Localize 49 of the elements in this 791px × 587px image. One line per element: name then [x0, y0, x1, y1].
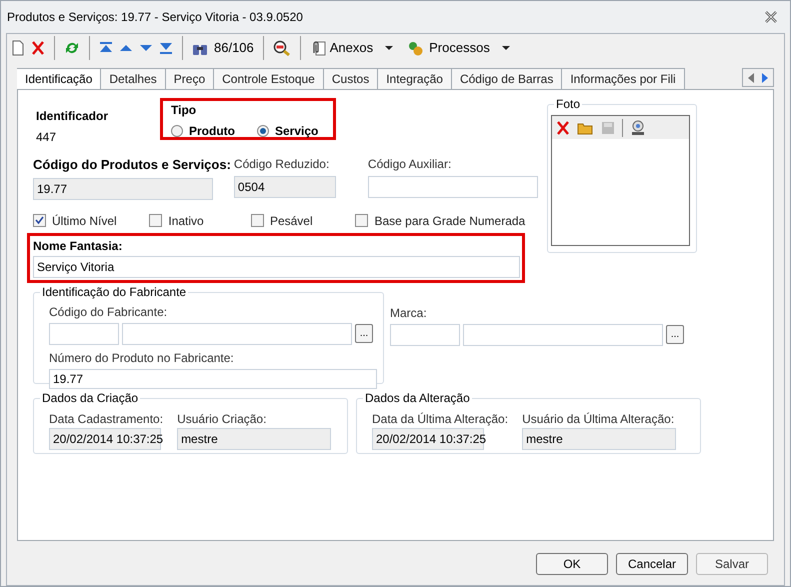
window-title: Produtos e Serviços: 19.77 - Serviço Vitoria - 03.9.0520: [7, 9, 303, 26]
lookup-button[interactable]: ...: [666, 325, 684, 344]
field-label: Código do Produtos e Serviços:: [33, 156, 231, 174]
field-label: Marca:: [390, 304, 428, 322]
tab[interactable]: Controle Estoque: [213, 68, 324, 89]
input-field[interactable]: mestre: [522, 428, 676, 450]
tab[interactable]: Custos: [322, 68, 378, 89]
group-title: Dados da Alteração: [363, 390, 472, 404]
group-title: Foto: [554, 97, 582, 111]
checkbox-label: Último Nível: [52, 212, 117, 230]
input-field[interactable]: 19.77: [49, 368, 377, 388]
field-label: Código Auxiliar:: [368, 156, 452, 173]
dialog-button[interactable]: OK: [536, 553, 608, 575]
lookup-button[interactable]: ...: [355, 324, 373, 343]
tab[interactable]: Detalhes: [100, 68, 166, 89]
radio-label: Produto: [189, 123, 235, 140]
tab[interactable]: Código de Barras: [450, 68, 562, 89]
dialog-button[interactable]: Cancelar: [616, 553, 688, 575]
field-label: Data da Última Alteração:: [372, 410, 508, 428]
group-title: Dados da Criação: [40, 390, 140, 404]
input-field[interactable]: Serviço Vitoria: [33, 256, 520, 278]
dialog-button[interactable]: Salvar: [696, 553, 768, 575]
tab[interactable]: Preço: [164, 68, 214, 89]
radio-label: Serviço: [275, 123, 318, 140]
field-label: Usuário da Última Alteração:: [522, 410, 676, 428]
menu-button[interactable]: Anexos: [310, 38, 396, 58]
tab[interactable]: Informações por Fili: [561, 68, 685, 89]
field-label: Nome Fantasia:: [33, 238, 124, 254]
record-counter: 86/106: [214, 38, 254, 57]
field-label: Tipo: [171, 102, 198, 119]
identifier-value: 447: [36, 129, 58, 146]
checkbox-label: Base para Grade Numerada: [374, 212, 526, 230]
checkbox-label: Inativo: [168, 212, 204, 230]
input-field[interactable]: 20/02/2014 10:37:25: [49, 428, 161, 450]
tab[interactable]: Integração: [377, 68, 452, 89]
checkbox-label: Pesável: [270, 212, 313, 230]
tab[interactable]: Identificação: [17, 68, 102, 89]
group-title: Identificação do Fabricante: [40, 284, 188, 298]
field-label: Data Cadastramento:: [49, 410, 164, 428]
menu-button[interactable]: Processos: [407, 38, 512, 58]
field-label: Código Reduzido:: [234, 156, 330, 173]
field-label: Identificador: [36, 108, 110, 125]
field-label: Usuário Criação:: [177, 410, 268, 428]
input-field[interactable]: mestre: [177, 428, 332, 450]
field-label: Código do Fabricante:: [49, 304, 168, 320]
input-field[interactable]: 0504: [234, 176, 336, 198]
input-field[interactable]: 19.77: [33, 178, 213, 200]
field-label: Número do Produto no Fabricante:: [49, 350, 235, 366]
input-field[interactable]: 20/02/2014 10:37:25: [372, 428, 484, 450]
